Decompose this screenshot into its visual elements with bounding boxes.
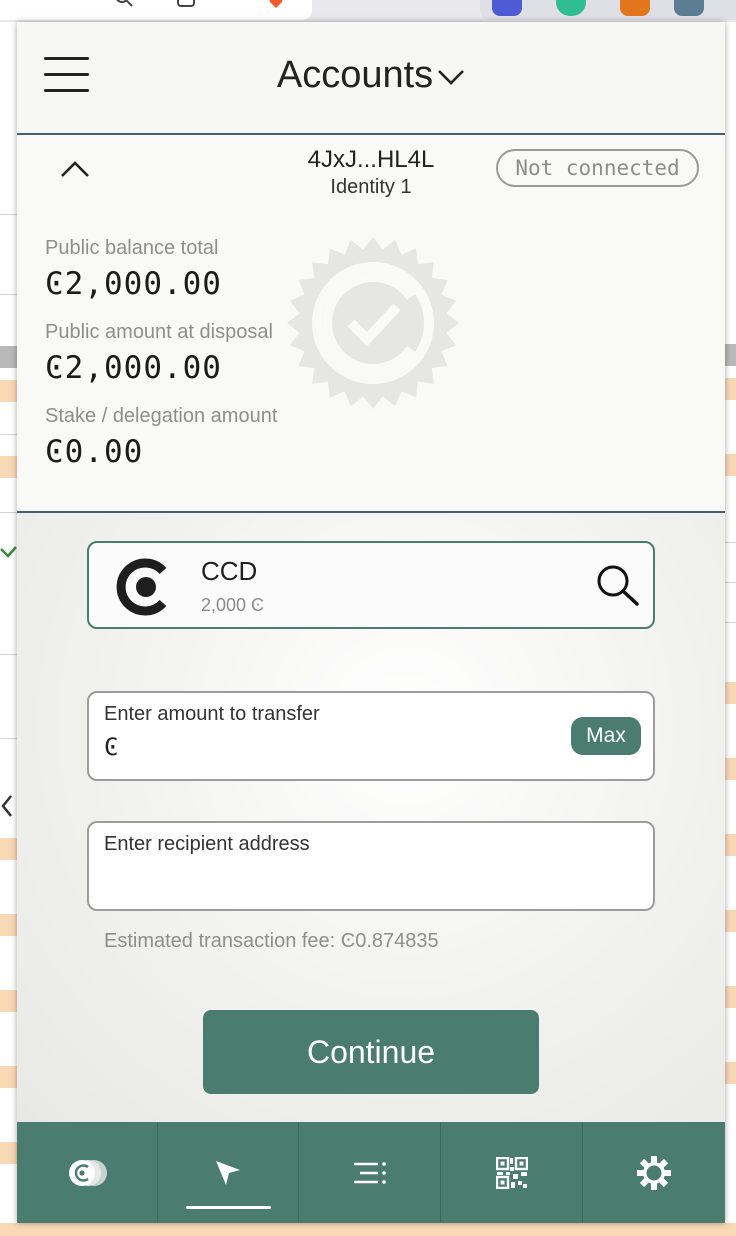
- nav-tab-receive[interactable]: [441, 1122, 583, 1223]
- brave-shield-icon: [269, 0, 283, 8]
- account-details-panel: 4JxJ...HL4L Identity 1 Not connected Pub…: [17, 135, 725, 513]
- active-tab-indicator: [186, 1206, 271, 1209]
- search-icon: [116, 0, 133, 7]
- chevron-left-icon[interactable]: [0, 794, 14, 818]
- connection-status-badge: Not connected: [496, 149, 699, 187]
- concordium-logo-icon: [116, 558, 167, 616]
- nav-tab-settings[interactable]: [583, 1122, 725, 1223]
- amount-field: Enter amount to transfer Ͼ Max: [87, 691, 655, 781]
- disposal-amount-label: Public amount at disposal: [45, 321, 273, 343]
- token-balance: 2,000 Ͼ: [201, 595, 265, 615]
- amount-field-label: Enter amount to transfer: [104, 703, 320, 725]
- stake-amount-value: Ͼ0.00: [45, 434, 144, 470]
- estimated-fee: Estimated transaction fee: Ͼ0.874835: [104, 930, 439, 952]
- token-name: CCD: [201, 556, 258, 586]
- continue-button[interactable]: Continue: [203, 1010, 539, 1094]
- extension-k-icon[interactable]: [492, 0, 522, 16]
- verified-seal-icon: [287, 237, 459, 409]
- settings-gear-icon: [637, 1155, 671, 1190]
- max-button[interactable]: Max: [571, 717, 641, 755]
- tokens-icon: [69, 1159, 107, 1186]
- extension-concordium-icon[interactable]: [674, 0, 704, 16]
- chevron-down-icon: [438, 70, 465, 85]
- wallet-popup: Accounts 4JxJ...HL4L Identity 1 Not conn…: [17, 22, 725, 1223]
- qr-code-icon: [495, 1156, 528, 1189]
- nav-tab-tokens[interactable]: [17, 1122, 158, 1223]
- send-form: CCD 2,000 Ͼ Enter amount to transfer Ͼ M…: [17, 513, 725, 1122]
- public-balance-value: Ͼ2,000.00: [45, 266, 222, 302]
- page-title: Accounts: [276, 54, 434, 96]
- recipient-field: Enter recipient address: [87, 821, 655, 911]
- public-balance-label: Public balance total: [45, 237, 219, 259]
- recipient-input[interactable]: [104, 863, 544, 893]
- check-icon: [0, 546, 17, 558]
- disposal-amount-value: Ͼ2,000.00: [45, 350, 222, 386]
- popup-header: Accounts: [17, 22, 725, 135]
- search-icon[interactable]: [593, 561, 641, 609]
- ccd-symbol: Ͼ: [104, 733, 119, 761]
- nav-tab-transactions[interactable]: [299, 1122, 441, 1223]
- background-page-left: [0, 134, 18, 1236]
- recipient-field-label: Enter recipient address: [104, 833, 310, 855]
- background-page-right: [725, 22, 736, 1236]
- background-page-bottom: [0, 1223, 736, 1236]
- extension-grammarly-icon[interactable]: [556, 0, 586, 16]
- extension-metamask-icon[interactable]: [620, 0, 650, 16]
- transaction-list-icon: [353, 1161, 386, 1184]
- bottom-navigation: [17, 1122, 725, 1223]
- nav-tab-send[interactable]: [158, 1122, 299, 1223]
- stake-amount-label: Stake / delegation amount: [45, 405, 278, 427]
- amount-input[interactable]: [127, 733, 567, 763]
- accounts-dropdown[interactable]: Accounts: [17, 54, 725, 97]
- extensions-bar: [480, 0, 736, 20]
- clipboard-icon: [177, 0, 195, 7]
- send-icon: [216, 1160, 240, 1185]
- token-selector[interactable]: CCD 2,000 Ͼ: [87, 541, 655, 629]
